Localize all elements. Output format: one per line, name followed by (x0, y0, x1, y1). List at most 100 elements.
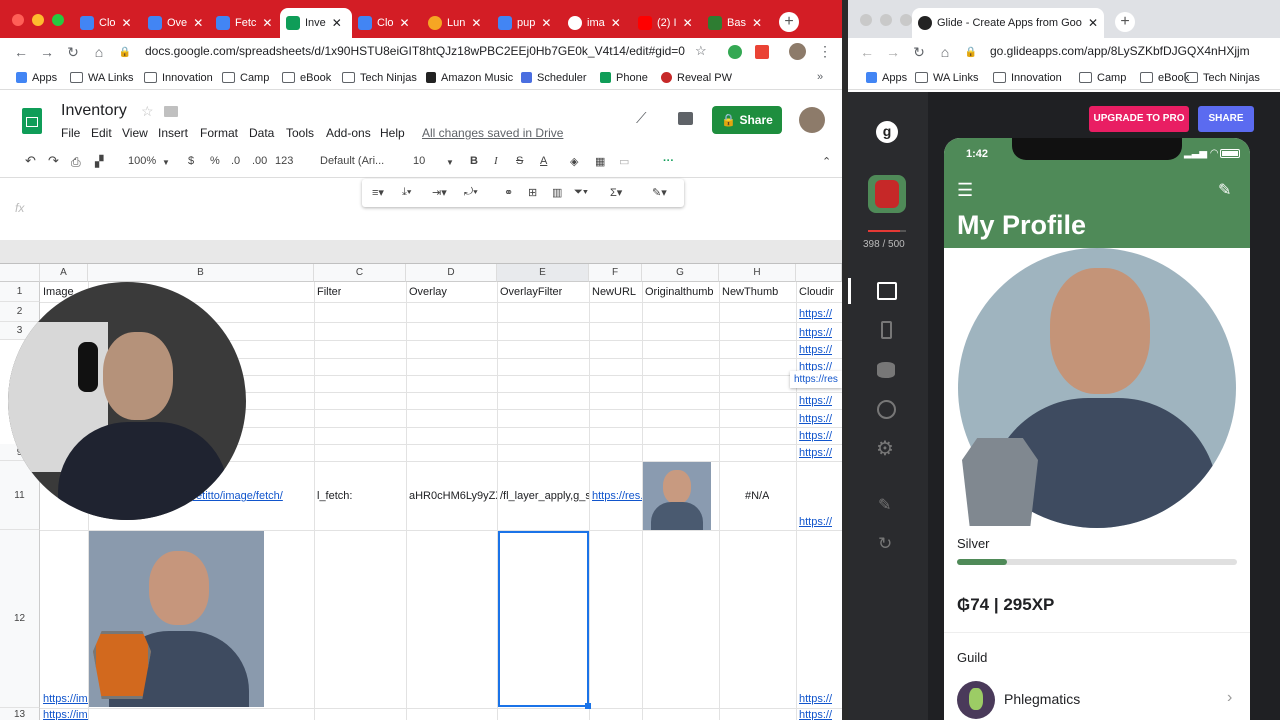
new-tab-button[interactable]: + (1115, 12, 1135, 32)
url-field[interactable]: go.glideapps.com/app/8LySZKbfDJGQX4nHXjj… (990, 44, 1250, 58)
bookmark-apps[interactable]: Apps (16, 72, 57, 84)
tab[interactable]: (2) I ✕ (632, 8, 699, 38)
bookmark[interactable]: Scheduler (521, 72, 587, 84)
bookmark[interactable]: Innovation (993, 72, 1062, 84)
guild-item[interactable]: Phlegmatics › (957, 681, 1237, 719)
bookmark[interactable]: Innovation (144, 72, 213, 84)
user-icon[interactable] (877, 400, 896, 419)
row-header[interactable]: 12 (0, 530, 40, 708)
column-header[interactable]: H (719, 264, 796, 282)
bookmark[interactable]: Phone (600, 72, 648, 84)
row-header[interactable]: 2 (0, 302, 40, 322)
percent-button[interactable]: % (210, 155, 220, 167)
extension-icon[interactable] (755, 45, 769, 59)
tab[interactable]: Bas ✕ (702, 8, 768, 38)
extension-icon[interactable] (728, 45, 742, 59)
menu-addons[interactable]: Add-ons (326, 126, 371, 140)
paint-format-icon[interactable]: ▞ (95, 155, 103, 168)
bookmark[interactable]: WA Links (70, 72, 133, 84)
fill-color-icon[interactable]: ◈ (570, 155, 578, 168)
back-icon[interactable]: ← (8, 44, 34, 60)
menu-format[interactable]: Format (200, 126, 238, 140)
cell-link[interactable]: https:// (799, 447, 832, 459)
reload-icon[interactable]: ↻ (906, 44, 932, 61)
cell-link[interactable]: https:// (799, 709, 832, 720)
back-icon[interactable]: ← (854, 44, 880, 60)
tab-active[interactable]: Inve ✕ (280, 8, 352, 38)
row-header[interactable]: 1 (0, 282, 40, 302)
glide-logo-icon[interactable]: g (876, 121, 898, 143)
strikethrough-button[interactable]: S (516, 155, 523, 167)
app-icon[interactable] (868, 175, 906, 213)
bookmark-apps[interactable]: Apps (866, 72, 907, 84)
column-header[interactable]: B (88, 264, 314, 282)
column-header[interactable] (796, 264, 842, 282)
undo-icon[interactable]: ↶ (25, 153, 36, 169)
hamburger-icon[interactable]: ☰ (957, 180, 973, 201)
cell-link[interactable]: https:// (799, 308, 832, 320)
account-avatar[interactable] (799, 107, 825, 133)
bookmark[interactable]: eBook (1140, 72, 1189, 84)
cell-link[interactable]: https:// (799, 344, 832, 356)
header-cell[interactable]: OverlayFilter (500, 286, 562, 298)
cell-link[interactable]: https:// (799, 693, 832, 705)
wrap-icon[interactable]: ⇥▾ (432, 186, 447, 199)
cell[interactable]: /fl_layer_apply,g_s (500, 490, 589, 502)
merge-icon[interactable]: ▭ (619, 155, 629, 168)
row-header[interactable]: 13 (0, 708, 40, 720)
text-color-button[interactable]: A (540, 155, 547, 167)
font-size-select[interactable]: 10 (413, 155, 425, 167)
font-select[interactable]: Default (Ari... (320, 155, 384, 167)
bookmark[interactable]: eBook (282, 72, 331, 84)
menu-icon[interactable]: ⋮ (818, 43, 832, 60)
header-cell[interactable]: Originalthumb (645, 286, 713, 298)
save-status[interactable]: All changes saved in Drive (422, 126, 563, 140)
tab[interactable]: Lun ✕ (422, 8, 487, 38)
cell-link[interactable]: https:// (799, 395, 832, 407)
trend-icon[interactable]: ⟋ (636, 110, 647, 127)
column-header[interactable]: G (642, 264, 719, 282)
phone-icon[interactable] (881, 321, 892, 339)
tab[interactable]: pup ✕ (492, 8, 557, 38)
tab[interactable]: Ove ✕ (142, 8, 209, 38)
pen-icon[interactable]: ✎▾ (652, 186, 667, 199)
new-tab-button[interactable]: + (779, 12, 799, 32)
database-icon[interactable] (877, 362, 895, 378)
link-icon[interactable]: ⚭ (504, 186, 513, 199)
thumbnail-image[interactable] (643, 462, 711, 530)
filter-icon[interactable]: ⏷▾ (574, 186, 588, 199)
tab-active[interactable]: Glide - Create Apps from Google ✕ (912, 8, 1104, 38)
column-header[interactable]: C (314, 264, 406, 282)
star-icon[interactable]: ☆ (141, 103, 154, 120)
menu-file[interactable]: File (61, 126, 80, 140)
sync-icon[interactable]: ↻ (878, 534, 892, 554)
share-button[interactable]: SHARE (1198, 106, 1254, 132)
collapse-icon[interactable]: ⌃ (822, 155, 831, 168)
more-bookmarks-icon[interactable]: » (817, 71, 823, 83)
forward-icon[interactable]: → (34, 44, 60, 60)
cell-link[interactable]: https://ima (43, 709, 88, 720)
italic-button[interactable]: I (494, 155, 498, 167)
bookmark[interactable]: Camp (1079, 72, 1126, 84)
header-cell[interactable]: NewURL (592, 286, 636, 298)
bookmark[interactable]: Tech Ninjas (1185, 72, 1260, 84)
print-icon[interactable]: ⎙ (71, 155, 81, 170)
document-title[interactable]: Inventory (61, 102, 127, 120)
more-icon[interactable]: ··· (663, 155, 674, 167)
more-formats-button[interactable]: 123 (275, 155, 293, 167)
column-header[interactable]: F (589, 264, 642, 282)
star-icon[interactable]: ☆ (695, 43, 707, 59)
chart-icon[interactable]: ▥ (552, 186, 562, 199)
cell-link[interactable]: https:// (799, 413, 832, 425)
sheets-logo-icon[interactable] (22, 108, 42, 134)
folder-icon[interactable] (164, 106, 178, 117)
valign-icon[interactable]: ⤓▾ (402, 186, 411, 199)
cell-link[interactable]: https:// (799, 516, 832, 528)
selected-cell[interactable] (498, 531, 589, 707)
cell-link[interactable]: https:// (799, 327, 832, 339)
cell-link[interactable]: https:// (799, 361, 832, 371)
header-cell[interactable]: NewThumb (722, 286, 778, 298)
gear-icon[interactable]: ⚙ (876, 436, 894, 461)
column-header[interactable]: A (40, 264, 88, 282)
borders-icon[interactable]: ▦ (595, 155, 605, 168)
